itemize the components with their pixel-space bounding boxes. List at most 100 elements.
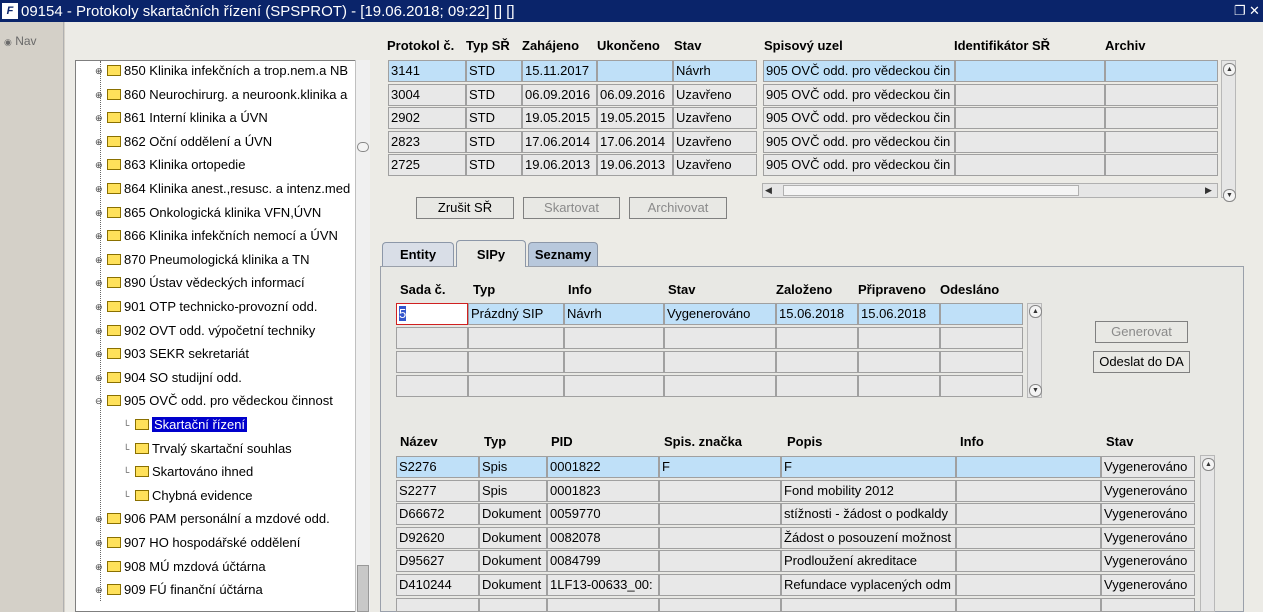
tree-item[interactable]: ⊕ 907 HO hospodářské oddělení [95, 533, 300, 553]
tree-item[interactable]: ⊕ 866 Klinika infekčních nemocí a ÚVN [95, 226, 338, 246]
table-cell[interactable] [547, 597, 659, 612]
table-cell[interactable] [564, 375, 664, 397]
table-cell[interactable]: D92620 [396, 526, 479, 549]
table-cell[interactable] [659, 526, 781, 549]
table-cell[interactable] [940, 351, 1023, 373]
table-cell[interactable]: 5 [396, 303, 468, 325]
table-cell[interactable] [1105, 60, 1218, 82]
protocols-vscroll[interactable]: ▲ [1221, 60, 1236, 198]
expand-icon[interactable]: ⊕ [95, 226, 106, 246]
table-cell[interactable] [956, 574, 1101, 596]
expand-icon[interactable]: ⊕ [95, 132, 106, 152]
table-cell[interactable]: Vygenerováno [1101, 503, 1195, 526]
table-cell[interactable]: 3141 [388, 60, 466, 82]
table-cell[interactable] [1105, 154, 1218, 176]
expand-icon[interactable]: ⊕ [95, 557, 106, 577]
table-cell[interactable]: Vygenerováno [1101, 479, 1195, 502]
table-cell[interactable] [659, 574, 781, 596]
table-cell[interactable]: 905 OVČ odd. pro vědeckou čin [763, 154, 955, 176]
table-cell[interactable]: 1LF13-00633_00: [547, 574, 659, 596]
scroll-up-icon[interactable] [357, 142, 369, 152]
table-cell[interactable]: Dokument [479, 526, 547, 549]
table-cell[interactable]: 15.06.2018 [776, 303, 858, 325]
tree-item[interactable]: ⊕ 850 Klinika infekčních a trop.nem.a NB [95, 61, 348, 81]
tab-seznamy[interactable]: Seznamy [528, 242, 598, 266]
table-cell[interactable]: 19.06.2013 [522, 154, 597, 176]
tree-item[interactable]: ⊕ 908 MÚ mzdová účtárna [95, 557, 266, 577]
table-cell[interactable]: 2725 [388, 154, 466, 176]
table-cell[interactable] [468, 375, 564, 397]
table-cell[interactable] [955, 154, 1105, 176]
entities-vscroll[interactable]: ▲ [1200, 455, 1215, 612]
table-cell[interactable] [664, 375, 776, 397]
tree-item[interactable]: ⊕ 864 Klinika anest.,resusc. a intenz.med [95, 179, 350, 199]
table-cell[interactable] [955, 60, 1105, 82]
restore-icon[interactable]: ❐ [1234, 3, 1246, 19]
table-cell[interactable] [776, 375, 858, 397]
table-cell[interactable]: Návrh [564, 303, 664, 325]
table-cell[interactable]: STD [466, 83, 522, 106]
table-cell[interactable] [396, 597, 479, 612]
hscroll-thumb[interactable] [783, 185, 1079, 196]
table-cell[interactable] [858, 351, 940, 373]
table-cell[interactable] [396, 351, 468, 373]
table-cell[interactable]: Refundace vyplacených odm [781, 574, 956, 596]
table-cell[interactable]: F [781, 456, 956, 478]
table-cell[interactable] [664, 351, 776, 373]
table-cell[interactable]: Žádost o posouzení možnost [781, 526, 956, 549]
table-cell[interactable] [396, 327, 468, 349]
table-cell[interactable]: 0001823 [547, 479, 659, 502]
table-cell[interactable] [781, 597, 956, 612]
scroll-up-icon[interactable]: ▲ [1029, 305, 1042, 318]
table-cell[interactable]: D410244 [396, 574, 479, 596]
table-cell[interactable]: Prodloužení akreditace [781, 550, 956, 573]
table-cell[interactable]: Spis [479, 479, 547, 502]
table-cell[interactable] [940, 375, 1023, 397]
table-cell[interactable]: Vygenerováno [1101, 526, 1195, 549]
nav-toggle[interactable]: ◉ Nav [4, 34, 37, 48]
table-cell[interactable]: Uzavřeno [673, 130, 757, 153]
skartovat-button[interactable]: Skartovat [523, 197, 620, 219]
tree-item[interactable]: ⊕ 862 Oční oddělení a ÚVN [95, 132, 272, 152]
table-cell[interactable] [940, 303, 1023, 325]
table-cell[interactable] [468, 327, 564, 349]
scroll-up-icon[interactable]: ▲ [1223, 63, 1236, 76]
table-cell[interactable] [1101, 597, 1195, 612]
tree-scrollbar[interactable] [355, 60, 370, 612]
table-cell[interactable]: 19.05.2015 [522, 107, 597, 129]
table-cell[interactable]: Vygenerováno [1101, 456, 1195, 478]
expand-icon[interactable]: ⊕ [95, 250, 106, 270]
table-cell[interactable]: 905 OVČ odd. pro vědeckou čin [763, 83, 955, 106]
close-icon[interactable]: ✕ [1249, 3, 1260, 19]
table-cell[interactable]: STD [466, 130, 522, 153]
tab-entity[interactable]: Entity [382, 242, 454, 266]
expand-icon[interactable]: ⊕ [95, 273, 106, 293]
tree-item[interactable]: ⊕ 903 SEKR sekretariát [95, 344, 249, 364]
zrusit-sr-button[interactable]: Zrušit SŘ [416, 197, 514, 219]
table-cell[interactable] [776, 351, 858, 373]
table-cell[interactable]: 2902 [388, 107, 466, 129]
table-cell[interactable] [659, 479, 781, 502]
table-cell[interactable]: S2277 [396, 479, 479, 502]
tree-item[interactable]: ⊕ 865 Onkologická klinika VFN,ÚVN [95, 203, 321, 223]
table-cell[interactable]: Vygenerováno [664, 303, 776, 325]
table-cell[interactable] [659, 550, 781, 573]
tree-item[interactable]: └ Skartováno ihned [123, 462, 253, 482]
expand-icon[interactable]: ⊕ [95, 108, 106, 128]
expand-icon[interactable]: ⊕ [95, 509, 106, 529]
expand-icon[interactable]: ⊕ [95, 344, 106, 364]
table-cell[interactable] [776, 327, 858, 349]
collapse-icon[interactable]: ⊖ [95, 391, 106, 411]
tree-item[interactable]: └ Skartační řízení [123, 415, 248, 435]
table-cell[interactable] [664, 327, 776, 349]
tree-item[interactable]: ⊖ 905 OVČ odd. pro vědeckou činnost [95, 391, 333, 411]
table-cell[interactable]: Spis [479, 456, 547, 478]
table-cell[interactable]: 06.09.2016 [597, 83, 673, 106]
table-cell[interactable] [659, 597, 781, 612]
scroll-up-icon[interactable]: ▲ [1202, 458, 1215, 471]
table-cell[interactable]: Dokument [479, 503, 547, 526]
table-cell[interactable] [1105, 83, 1218, 106]
table-cell[interactable]: 0059770 [547, 503, 659, 526]
table-cell[interactable]: Vygenerováno [1101, 550, 1195, 573]
table-cell[interactable] [479, 597, 547, 612]
